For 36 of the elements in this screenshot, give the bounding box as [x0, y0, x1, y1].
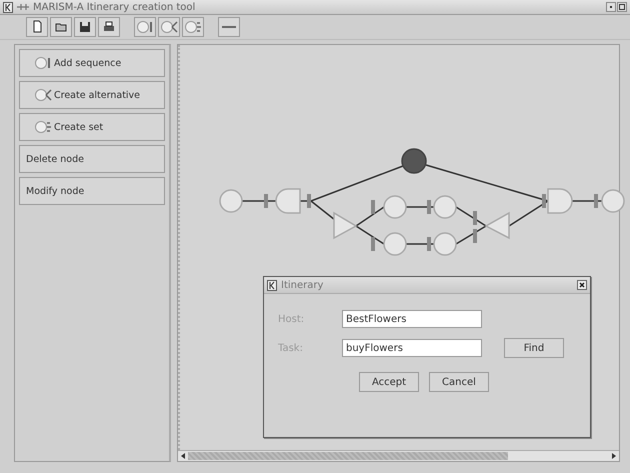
text-field[interactable]: buyFlowers: [342, 339, 482, 357]
sidebar-button[interactable]: Delete node: [19, 145, 165, 173]
alternative-node-button[interactable]: [158, 17, 180, 37]
alternative-node-icon: [34, 88, 52, 102]
find-button[interactable]: Find: [504, 338, 564, 358]
window-title: MARISM-A Itinerary creation tool: [33, 2, 196, 12]
sidebar-button[interactable]: Create set: [19, 113, 165, 141]
horizontal-scrollbar[interactable]: [178, 450, 619, 461]
sidebar-button[interactable]: Create alternative: [19, 81, 165, 109]
dialog-title: Itinerary: [281, 280, 324, 290]
maximize-button[interactable]: [617, 2, 627, 12]
new-file-button[interactable]: [26, 17, 48, 37]
scroll-thumb[interactable]: [188, 452, 508, 460]
minimize-button[interactable]: [606, 2, 616, 12]
sequence-link-icon: [17, 3, 29, 11]
sequence-node-icon: [34, 56, 52, 70]
text-field[interactable]: BestFlowers: [342, 310, 482, 328]
set-node-icon: [34, 120, 52, 134]
dialog-button[interactable]: Accept: [359, 372, 419, 392]
floppy-disk-button[interactable]: [74, 17, 96, 37]
field-label: Task:: [278, 342, 304, 354]
close-button[interactable]: [577, 280, 587, 290]
app-logo-icon: [3, 2, 13, 12]
dialog-logo-icon: [267, 280, 277, 290]
set-node-icon: [184, 20, 202, 34]
sidebar-button[interactable]: Modify node: [19, 177, 165, 205]
sidebar-button[interactable]: Add sequence: [19, 49, 165, 77]
set-node-button[interactable]: [182, 17, 204, 37]
alternative-node-icon: [160, 20, 178, 34]
field-label: Host:: [278, 314, 306, 324]
sequence-node-button[interactable]: [134, 17, 156, 37]
folder-button[interactable]: [50, 17, 72, 37]
dialog-button[interactable]: Cancel: [429, 372, 489, 392]
printer-button[interactable]: [98, 17, 120, 37]
sequence-node-icon: [136, 20, 154, 34]
xml-export-button[interactable]: [218, 17, 240, 37]
